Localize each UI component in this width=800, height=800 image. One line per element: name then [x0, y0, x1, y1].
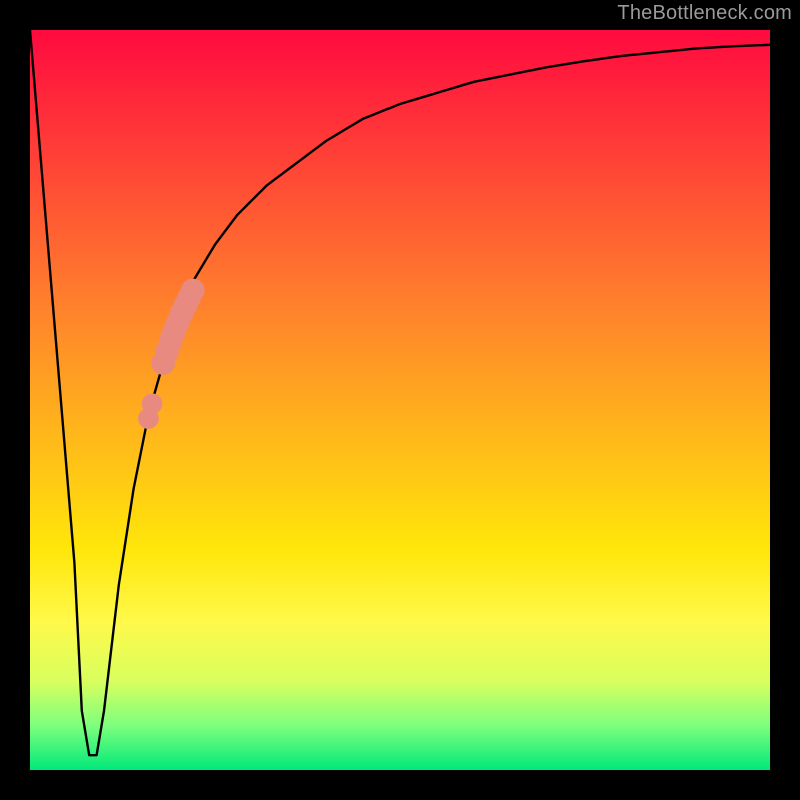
curve-svg — [30, 30, 770, 770]
curve-markers — [138, 279, 205, 429]
plot-area — [30, 30, 770, 770]
chart-frame: TheBottleneck.com — [0, 0, 800, 800]
bottleneck-curve — [30, 30, 770, 755]
curve-marker — [138, 408, 159, 429]
curve-path-group — [30, 30, 770, 755]
attribution-label: TheBottleneck.com — [617, 2, 792, 25]
curve-marker — [181, 279, 205, 303]
